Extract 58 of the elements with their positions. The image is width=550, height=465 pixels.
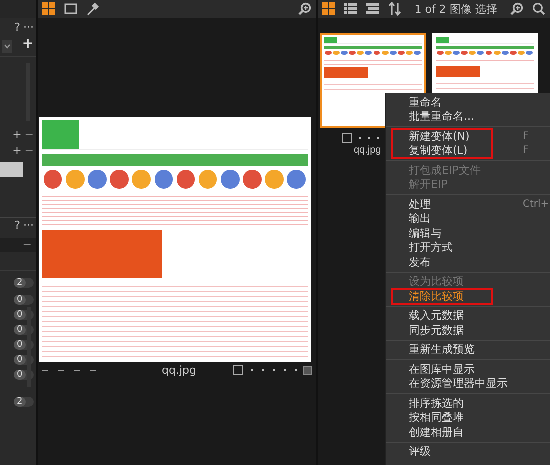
add-button[interactable]: + — [12, 145, 22, 157]
shortcut-label: F — [523, 145, 529, 156]
menu-item[interactable]: 编辑与 — [386, 226, 550, 240]
zoom-icon[interactable] — [510, 2, 524, 16]
menu-item[interactable]: 批量重命名... — [386, 110, 550, 124]
sort-icon[interactable] — [388, 2, 402, 16]
pipette-icon[interactable] — [86, 2, 100, 16]
single-view-icon[interactable] — [64, 2, 78, 16]
count-toggle[interactable]: 2 — [14, 396, 26, 406]
count-toggle[interactable]: 0 — [14, 324, 26, 334]
menu-item[interactable]: 输出 — [386, 212, 550, 226]
menu-item[interactable]: 排序拣选的 — [386, 396, 550, 410]
menu-item[interactable]: 创建相册自 — [386, 425, 550, 440]
shortcut-label: Ctrl+ — [523, 198, 550, 210]
image-count-label: 1 of 2 图像 选择 — [414, 2, 498, 16]
zoom-icon[interactable] — [298, 2, 312, 16]
count-toggle[interactable]: 0 — [14, 310, 26, 320]
count-toggle[interactable]: 0 — [14, 340, 26, 350]
count-toggle[interactable]: 2 — [14, 278, 26, 288]
count-toggle[interactable]: 0 — [14, 294, 26, 304]
list-view-icon[interactable] — [344, 2, 358, 16]
caret-icon — [4, 44, 10, 48]
menu-item[interactable]: 发布 — [386, 255, 550, 270]
more-button[interactable]: ··· — [24, 220, 34, 232]
menu-item[interactable]: 处理 Ctrl+ — [386, 197, 550, 212]
details-view-icon[interactable] — [366, 2, 380, 16]
file-name: qq.jpg — [162, 364, 196, 376]
remove-button[interactable]: − — [22, 239, 32, 251]
checkbox[interactable] — [233, 365, 243, 375]
remove-button[interactable]: − — [24, 129, 34, 141]
color-tag-icon[interactable] — [303, 366, 312, 374]
more-button[interactable]: ··· — [24, 22, 34, 34]
count-toggle[interactable]: 0 — [14, 354, 26, 364]
file-name: qq.jpg — [354, 145, 382, 156]
menu-item[interactable]: 评级 — [386, 444, 550, 459]
menu-item[interactable]: 载入元数据 — [386, 308, 550, 323]
grid-view-icon[interactable] — [42, 2, 56, 16]
menu-item[interactable]: 在图库中显示 — [386, 362, 550, 376]
menu-item[interactable]: 重新生成预览 — [386, 342, 550, 357]
shortcut-label: F — [523, 130, 529, 142]
checkbox[interactable] — [342, 133, 352, 143]
dropdown[interactable] — [2, 40, 12, 52]
search-icon[interactable] — [532, 2, 546, 16]
menu-item[interactable]: 清除比较项 — [392, 289, 492, 304]
field[interactable]: − — [0, 238, 36, 252]
menu-item[interactable]: 同步元数据 — [386, 323, 550, 338]
help-button[interactable]: ? — [14, 22, 20, 34]
count-toggle[interactable]: 0 — [14, 370, 26, 380]
add-button[interactable]: + — [22, 38, 34, 50]
help-button[interactable]: ? — [14, 220, 20, 232]
menu-item[interactable]: 重命名 — [386, 95, 550, 110]
menu-item[interactable]: 打开方式 — [386, 240, 550, 255]
menu-item[interactable]: 在资源管理器中显示 — [386, 376, 550, 391]
dashes-icon — [42, 368, 98, 372]
grid-view-icon[interactable] — [322, 2, 336, 16]
remove-button[interactable]: − — [24, 145, 34, 157]
add-button[interactable]: + — [12, 129, 22, 141]
menu-item[interactable]: 按相同叠堆 — [386, 410, 550, 425]
